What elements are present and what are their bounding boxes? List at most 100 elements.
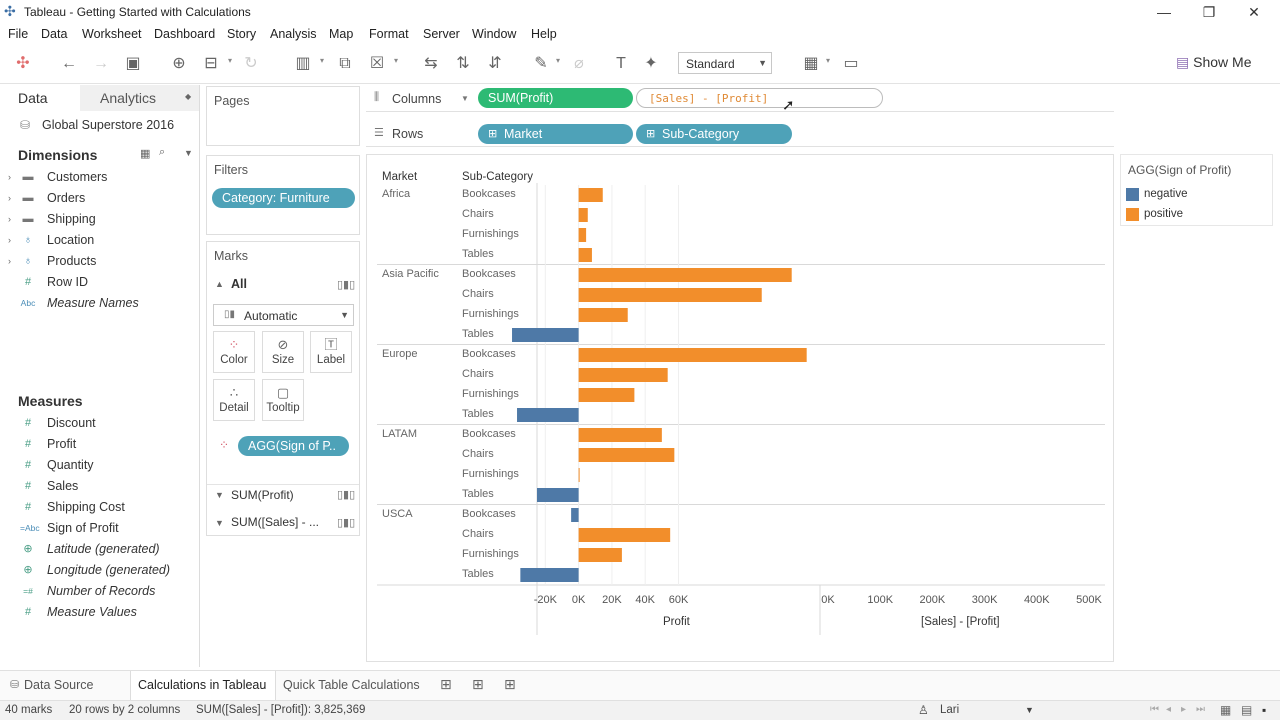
worksheet-view[interactable]: Market Sub-Category -20K 0K 20K 40K 60K 0K 100… (366, 154, 1114, 662)
chevron-updown-icon[interactable]: ◆ (185, 92, 191, 101)
close-button[interactable]: ✕ (1234, 2, 1274, 22)
field-row[interactable]: # Shipping Cost (0, 497, 198, 518)
view-toggle-icon[interactable]: ▦ (140, 147, 150, 160)
new-dashboard-icon[interactable]: ⊞ (472, 676, 484, 693)
color-pill[interactable]: AGG(Sign of P.. (238, 436, 349, 456)
nav-next-icon[interactable]: ▸ (1181, 704, 1186, 715)
sort-ascending-icon[interactable]: ⇅ (452, 54, 474, 74)
row-header-subcategory[interactable]: Tables (462, 248, 494, 260)
detail-button[interactable]: ∴ Detail (213, 379, 255, 421)
fit-select[interactable]: Standard ▼ (678, 52, 772, 74)
expand-plus-icon[interactable]: ⊞ (646, 127, 655, 140)
chevron-right-icon[interactable]: › (8, 167, 11, 188)
size-button[interactable]: ⊘ Size (262, 331, 304, 373)
field-row[interactable]: › ♁ Location (0, 230, 198, 251)
status-user[interactable]: Lari (940, 704, 959, 716)
chevron-down-icon[interactable]: ▼ (461, 94, 469, 103)
row-header-market[interactable]: USCA (382, 508, 413, 520)
row-header-subcategory[interactable]: Furnishings (462, 468, 519, 480)
row-header-subcategory[interactable]: Tables (462, 488, 494, 500)
field-row[interactable]: Abc Measure Names (0, 293, 198, 314)
field-row[interactable]: # Profit (0, 434, 198, 455)
row-header-market[interactable]: Africa (382, 188, 410, 200)
clear-sheet-icon[interactable]: ☒ (366, 54, 388, 74)
marks-section-profit[interactable]: SUM(Profit) (231, 488, 294, 502)
field-row[interactable]: # Sales (0, 476, 198, 497)
row-header-subcategory[interactable]: Tables (462, 328, 494, 340)
expand-plus-icon[interactable]: ⊞ (488, 127, 497, 140)
color-button[interactable]: ⁘ Color (213, 331, 255, 373)
menu-help[interactable]: Help (531, 27, 557, 41)
bar-profit[interactable] (578, 288, 762, 302)
bar-profit[interactable] (578, 348, 807, 362)
menu-server[interactable]: Server (423, 27, 460, 41)
legend-label-positive[interactable]: positive (1144, 208, 1183, 220)
bar-profit[interactable] (578, 388, 635, 402)
bar-profit[interactable] (520, 568, 579, 582)
field-row[interactable]: =Abc Sign of Profit (0, 518, 198, 539)
nav-first-icon[interactable]: ⏮ (1150, 704, 1159, 715)
bar-profit[interactable] (512, 328, 579, 342)
tab-sheet-quick-table[interactable]: Quick Table Calculations (283, 678, 420, 692)
menu-format[interactable]: Format (369, 27, 409, 41)
menu-dashboard[interactable]: Dashboard (154, 27, 215, 41)
bar-profit[interactable] (517, 408, 579, 422)
swap-rows-columns-icon[interactable]: ⇆ (420, 54, 442, 74)
row-header-subcategory[interactable]: Furnishings (462, 228, 519, 240)
refresh-icon[interactable]: ↻ (240, 54, 262, 74)
chevron-right-icon[interactable]: › (8, 188, 11, 209)
show-labels-icon[interactable]: T (610, 54, 632, 74)
bar-profit[interactable] (578, 548, 622, 562)
row-header-subcategory[interactable]: Bookcases (462, 188, 516, 200)
field-row[interactable]: › ▬ Shipping (0, 209, 198, 230)
rows-shelf[interactable]: ☰ Rows Market ⊞ Sub-Category ⊞ (366, 121, 1114, 147)
minimize-button[interactable]: — (1144, 2, 1184, 22)
rows-pill-market[interactable]: Market (478, 124, 633, 144)
chevron-down-icon[interactable]: ▼ (215, 518, 224, 528)
columns-edit-field[interactable]: [Sales] - [Profit] (636, 88, 883, 108)
datasource-name[interactable]: Global Superstore 2016 (42, 118, 174, 132)
new-story-icon[interactable]: ⊞ (504, 676, 516, 693)
sheet-sorter-icon[interactable]: ▦ (1220, 703, 1231, 717)
menu-window[interactable]: Window (472, 27, 516, 41)
chevron-right-icon[interactable]: › (8, 251, 11, 272)
menu-worksheet[interactable]: Worksheet (82, 27, 142, 41)
marks-all-label[interactable]: All (231, 277, 247, 291)
presentation-mode-icon[interactable]: ▭ (840, 54, 862, 74)
row-header-subcategory[interactable]: Chairs (462, 448, 494, 460)
row-header-subcategory[interactable]: Chairs (462, 208, 494, 220)
row-header-subcategory[interactable]: Chairs (462, 288, 494, 300)
bar-profit[interactable] (578, 248, 592, 262)
search-icon[interactable]: ⌕ (159, 146, 165, 159)
redo-icon[interactable]: → (90, 54, 112, 74)
field-row[interactable]: # Quantity (0, 455, 198, 476)
bar-profit[interactable] (578, 448, 675, 462)
row-header-subcategory[interactable]: Bookcases (462, 428, 516, 440)
tableau-home-icon[interactable]: ✣ (12, 54, 34, 74)
chevron-down-icon[interactable]: ▾ (320, 56, 324, 65)
chevron-down-icon[interactable]: ▾ (556, 56, 560, 65)
filmstrip-icon[interactable]: ▤ (1241, 703, 1252, 717)
columns-shelf[interactable]: ⫼ Columns ▼ SUM(Profit) [Sales] - [Profi… (366, 86, 1114, 112)
row-header-subcategory[interactable]: Furnishings (462, 548, 519, 560)
field-row[interactable]: # Measure Values (0, 602, 198, 623)
show-me-button[interactable]: ▤ Show Me (1176, 54, 1251, 71)
legend-swatch-positive[interactable] (1126, 208, 1139, 221)
row-header-subcategory[interactable]: Tables (462, 408, 494, 420)
row-header-market[interactable]: Asia Pacific (382, 268, 439, 280)
tab-sheet-active[interactable]: Calculations in Tableau (130, 671, 276, 700)
field-row[interactable]: › ▬ Customers (0, 167, 198, 188)
chevron-right-icon[interactable]: › (8, 230, 11, 251)
new-worksheet-icon[interactable]: ⊞ (440, 676, 452, 693)
row-header-subcategory[interactable]: Chairs (462, 528, 494, 540)
group-members-icon[interactable]: ⌀ (568, 54, 590, 74)
bar-profit[interactable] (578, 368, 668, 382)
menu-analysis[interactable]: Analysis (270, 27, 317, 41)
bar-profit[interactable] (578, 468, 580, 482)
row-header-subcategory[interactable]: Bookcases (462, 508, 516, 520)
highlight-icon[interactable]: ✎ (530, 54, 552, 74)
filter-pill[interactable]: Category: Furniture (212, 188, 355, 208)
tooltip-button[interactable]: ▢ Tooltip (262, 379, 304, 421)
field-row[interactable]: # Discount (0, 413, 198, 434)
columns-pill-profit[interactable]: SUM(Profit) (478, 88, 633, 108)
